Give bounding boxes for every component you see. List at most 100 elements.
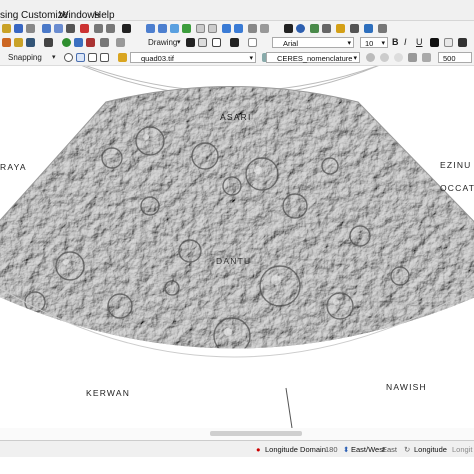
vertex-snap-icon[interactable] bbox=[88, 53, 97, 62]
toolbox-icon[interactable] bbox=[116, 38, 125, 47]
end-snap-icon[interactable] bbox=[76, 53, 85, 62]
model-builder-icon[interactable] bbox=[100, 38, 109, 47]
select-arrow-icon[interactable] bbox=[284, 24, 293, 33]
fixed-zoom-in-icon[interactable] bbox=[196, 24, 205, 33]
contrast-icon[interactable] bbox=[366, 53, 375, 62]
find-icon[interactable] bbox=[310, 24, 319, 33]
east-west-label: East/West bbox=[351, 445, 386, 454]
measure-icon[interactable] bbox=[322, 24, 331, 33]
draw-toolbar: Drawing ▾ Arial ▾ 10 ▾ B I U bbox=[0, 35, 474, 51]
editor-icon[interactable] bbox=[2, 38, 11, 47]
paste-icon[interactable] bbox=[66, 24, 75, 33]
globe-icon[interactable] bbox=[62, 38, 71, 47]
chevron-down-icon: ▾ bbox=[347, 40, 351, 47]
transparency-icon[interactable] bbox=[394, 53, 403, 62]
nomenclature-select[interactable]: CERES_nomenclature ▾ bbox=[266, 52, 360, 63]
annotation-leader-line bbox=[285, 387, 293, 428]
html-popup-icon[interactable] bbox=[350, 24, 359, 33]
underline-button[interactable]: U bbox=[416, 37, 423, 47]
font-color-icon[interactable] bbox=[430, 38, 439, 47]
python-icon[interactable] bbox=[86, 38, 95, 47]
region-label-kerwan: KERWAN bbox=[86, 388, 131, 398]
standard-toolbar bbox=[0, 21, 474, 36]
font-name-select[interactable]: Arial ▾ bbox=[272, 37, 354, 48]
map-view[interactable]: ASARI RAYA EZINU OCCAT DANTU KERWAN NAWI… bbox=[0, 66, 474, 428]
swipe-icon[interactable] bbox=[408, 53, 417, 62]
time-slider-icon[interactable] bbox=[364, 24, 373, 33]
delete-icon[interactable] bbox=[80, 24, 89, 33]
new-text-icon[interactable] bbox=[248, 38, 257, 47]
select-features-icon[interactable] bbox=[248, 24, 257, 33]
back-icon[interactable] bbox=[222, 24, 231, 33]
menu-help[interactable]: Help bbox=[94, 10, 115, 21]
menu-bar: sing Customize Windows Help bbox=[0, 0, 474, 21]
drawing-dropdown-icon[interactable]: ▾ bbox=[177, 38, 181, 46]
zoom-out-icon[interactable] bbox=[158, 24, 167, 33]
text-tool-icon[interactable] bbox=[230, 38, 239, 47]
edge-snap-icon[interactable] bbox=[100, 53, 109, 62]
rotate-icon[interactable] bbox=[198, 38, 207, 47]
full-extent-icon[interactable] bbox=[182, 24, 191, 33]
zoom-in-icon[interactable] bbox=[146, 24, 155, 33]
region-label-nawish: NAWISH bbox=[386, 382, 427, 392]
select-elements-icon[interactable] bbox=[186, 38, 195, 47]
flicker-rate-field[interactable]: 500 bbox=[438, 52, 472, 63]
longitude-domain-label: Longitude Domain bbox=[265, 445, 326, 454]
snapping-dropdown-icon[interactable]: ▾ bbox=[52, 53, 56, 61]
flicker-icon[interactable] bbox=[422, 53, 431, 62]
folder-icon[interactable] bbox=[2, 24, 11, 33]
fixed-zoom-out-icon[interactable] bbox=[208, 24, 217, 33]
flicker-rate-value: 500 bbox=[443, 54, 456, 63]
longitude-value-truncated[interactable]: Longit bbox=[452, 445, 472, 454]
menu-editing[interactable]: sing bbox=[0, 10, 18, 21]
nomenclature-select-value: CERES_nomenclature bbox=[277, 54, 353, 63]
create-viewer-icon[interactable] bbox=[378, 24, 387, 33]
region-label-ezinu: EZINU bbox=[440, 160, 472, 170]
forward-icon[interactable] bbox=[234, 24, 243, 33]
redo-icon[interactable] bbox=[106, 24, 115, 33]
pan-icon[interactable] bbox=[170, 24, 179, 33]
catalog-icon[interactable] bbox=[14, 38, 23, 47]
chevron-down-icon: ▾ bbox=[353, 55, 357, 62]
snapping-toolbar: Snapping ▾ quad03.tif ▾ CERES_nomenclatu… bbox=[0, 50, 474, 66]
layer-icon bbox=[118, 53, 127, 62]
font-name-value: Arial bbox=[283, 39, 299, 48]
info-icon[interactable] bbox=[296, 24, 305, 33]
font-size-select[interactable]: 10 ▾ bbox=[360, 37, 388, 48]
longitude-icon: ↻ bbox=[404, 445, 411, 454]
fill-color-icon[interactable] bbox=[444, 38, 453, 47]
drawing-menu[interactable]: Drawing bbox=[148, 38, 177, 47]
clear-selection-icon[interactable] bbox=[260, 24, 269, 33]
horizontal-scrollbar[interactable] bbox=[0, 428, 474, 440]
longitude-domain-value[interactable]: 180 bbox=[325, 445, 338, 454]
chevron-down-icon: ▾ bbox=[381, 40, 385, 47]
undo-icon[interactable] bbox=[94, 24, 103, 33]
hyperlink-icon[interactable] bbox=[336, 24, 345, 33]
rectangle-icon[interactable] bbox=[212, 38, 221, 47]
scrollbar-thumb[interactable] bbox=[210, 431, 302, 436]
longitude-label: Longitude bbox=[414, 445, 447, 454]
table-icon[interactable] bbox=[26, 38, 35, 47]
bold-button[interactable]: B bbox=[392, 37, 399, 47]
search-icon[interactable] bbox=[74, 38, 83, 47]
chevron-down-icon: ▾ bbox=[249, 55, 253, 62]
italic-button[interactable]: I bbox=[404, 37, 407, 47]
print-icon[interactable] bbox=[26, 24, 35, 33]
east-west-value[interactable]: East bbox=[382, 445, 397, 454]
region-label-dantu: DANTU bbox=[216, 256, 252, 266]
status-bar: ● Longitude Domain 180 ⬍ East/West East … bbox=[0, 440, 474, 457]
region-label-raya: RAYA bbox=[0, 162, 27, 172]
toc-icon[interactable] bbox=[44, 38, 53, 47]
snapping-menu[interactable]: Snapping bbox=[8, 53, 42, 62]
east-west-icon: ⬍ bbox=[343, 445, 350, 454]
region-label-asari: ASARI bbox=[220, 112, 252, 122]
brightness-icon[interactable] bbox=[380, 53, 389, 62]
layer-select[interactable]: quad03.tif ▾ bbox=[130, 52, 256, 63]
save-icon[interactable] bbox=[14, 24, 23, 33]
layer-select-value: quad03.tif bbox=[141, 54, 174, 63]
copy-icon[interactable] bbox=[54, 24, 63, 33]
line-color-icon[interactable] bbox=[458, 38, 467, 47]
point-snap-icon[interactable] bbox=[64, 53, 73, 62]
cut-icon[interactable] bbox=[42, 24, 51, 33]
add-data-icon[interactable] bbox=[122, 24, 131, 33]
